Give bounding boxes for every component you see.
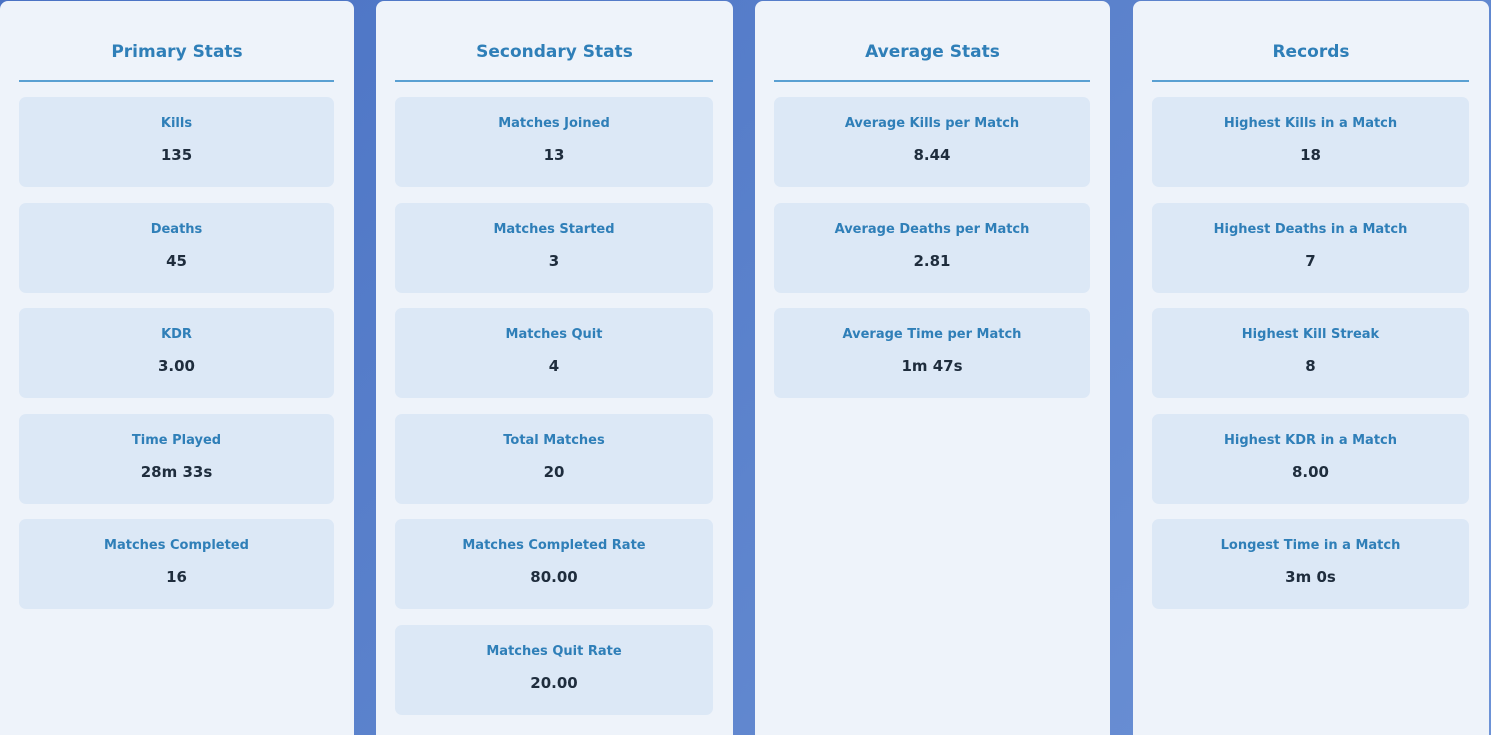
stat-label: Matches Started xyxy=(493,222,615,237)
stat-card-highest-kdr: Highest KDR in a Match 8.00 xyxy=(1152,414,1469,504)
title-divider xyxy=(395,80,713,82)
stat-label: Highest Deaths in a Match xyxy=(1213,222,1408,237)
panel-title: Primary Stats xyxy=(111,42,243,62)
stat-card-matches-quit: Matches Quit 4 xyxy=(395,308,713,398)
stat-value: 3m 0s xyxy=(1285,568,1336,586)
panel-primary-stats: Primary Stats Kills 135 Deaths 45 KDR 3.… xyxy=(0,1,354,735)
stat-value: 135 xyxy=(160,146,193,164)
stat-card-kills: Kills 135 xyxy=(19,97,334,187)
title-divider xyxy=(19,80,334,82)
stat-card-total-matches: Total Matches 20 xyxy=(395,414,713,504)
stat-value: 3 xyxy=(548,252,560,270)
stat-value: 7 xyxy=(1305,252,1316,270)
stat-label: Kills xyxy=(160,116,193,131)
stat-label: Deaths xyxy=(150,222,203,237)
stat-value: 13 xyxy=(543,146,565,164)
panel-secondary-stats: Secondary Stats Matches Joined 13 Matche… xyxy=(376,1,733,735)
stat-label: Time Played xyxy=(131,433,222,448)
stat-value: 16 xyxy=(166,568,187,586)
panel-average-stats: Average Stats Average Kills per Match 8.… xyxy=(755,1,1110,735)
stat-label: Highest KDR in a Match xyxy=(1223,433,1397,448)
stat-card-matches-completed-rate: Matches Completed Rate 80.00 xyxy=(395,519,713,609)
stat-value: 4 xyxy=(548,357,560,375)
stat-value: 8 xyxy=(1305,357,1316,375)
stat-label: Matches Quit xyxy=(505,327,603,342)
stat-card-kdr: KDR 3.00 xyxy=(19,308,334,398)
panel-title: Average Stats xyxy=(865,42,1000,62)
panel-title: Records xyxy=(1272,42,1350,62)
stat-card-avg-deaths: Average Deaths per Match 2.81 xyxy=(774,203,1090,293)
stat-card-avg-kills: Average Kills per Match 8.44 xyxy=(774,97,1090,187)
stat-value: 80.00 xyxy=(530,568,578,586)
stat-label: KDR xyxy=(161,327,192,342)
stat-label: Average Time per Match xyxy=(842,327,1022,342)
stat-value: 3.00 xyxy=(157,357,195,375)
stat-label: Highest Kill Streak xyxy=(1241,327,1380,342)
stat-card-highest-kill-streak: Highest Kill Streak 8 xyxy=(1152,308,1469,398)
stat-value: 20.00 xyxy=(530,674,578,692)
title-divider xyxy=(1152,80,1469,82)
title-divider xyxy=(774,80,1090,82)
stat-value: 45 xyxy=(166,252,187,270)
stat-card-deaths: Deaths 45 xyxy=(19,203,334,293)
stat-label: Matches Joined xyxy=(498,116,610,131)
stat-value: 8.00 xyxy=(1291,463,1329,481)
stat-value: 28m 33s xyxy=(140,463,213,481)
stat-card-matches-joined: Matches Joined 13 xyxy=(395,97,713,187)
stat-value: 20 xyxy=(543,463,565,481)
stat-label: Highest Kills in a Match xyxy=(1223,116,1398,131)
panel-title: Secondary Stats xyxy=(476,42,633,62)
stat-card-highest-deaths: Highest Deaths in a Match 7 xyxy=(1152,203,1469,293)
stat-value: 8.44 xyxy=(913,146,951,164)
stat-card-matches-completed: Matches Completed 16 xyxy=(19,519,334,609)
stat-card-avg-time: Average Time per Match 1m 47s xyxy=(774,308,1090,398)
stat-card-highest-kills: Highest Kills in a Match 18 xyxy=(1152,97,1469,187)
stat-label: Matches Completed xyxy=(104,538,249,553)
stat-value: 1m 47s xyxy=(901,357,963,375)
stat-label: Longest Time in a Match xyxy=(1220,538,1401,553)
stat-label: Total Matches xyxy=(503,433,605,448)
stat-card-longest-time: Longest Time in a Match 3m 0s xyxy=(1152,519,1469,609)
stat-label: Matches Quit Rate xyxy=(486,644,622,659)
stat-value: 2.81 xyxy=(913,252,951,270)
panel-records: Records Highest Kills in a Match 18 High… xyxy=(1133,1,1489,735)
stat-label: Matches Completed Rate xyxy=(462,538,646,553)
stat-card-matches-quit-rate: Matches Quit Rate 20.00 xyxy=(395,625,713,715)
stat-label: Average Kills per Match xyxy=(844,116,1020,131)
stat-value: 18 xyxy=(1300,146,1321,164)
stat-label: Average Deaths per Match xyxy=(834,222,1030,237)
stat-card-matches-started: Matches Started 3 xyxy=(395,203,713,293)
stat-card-time-played: Time Played 28m 33s xyxy=(19,414,334,504)
